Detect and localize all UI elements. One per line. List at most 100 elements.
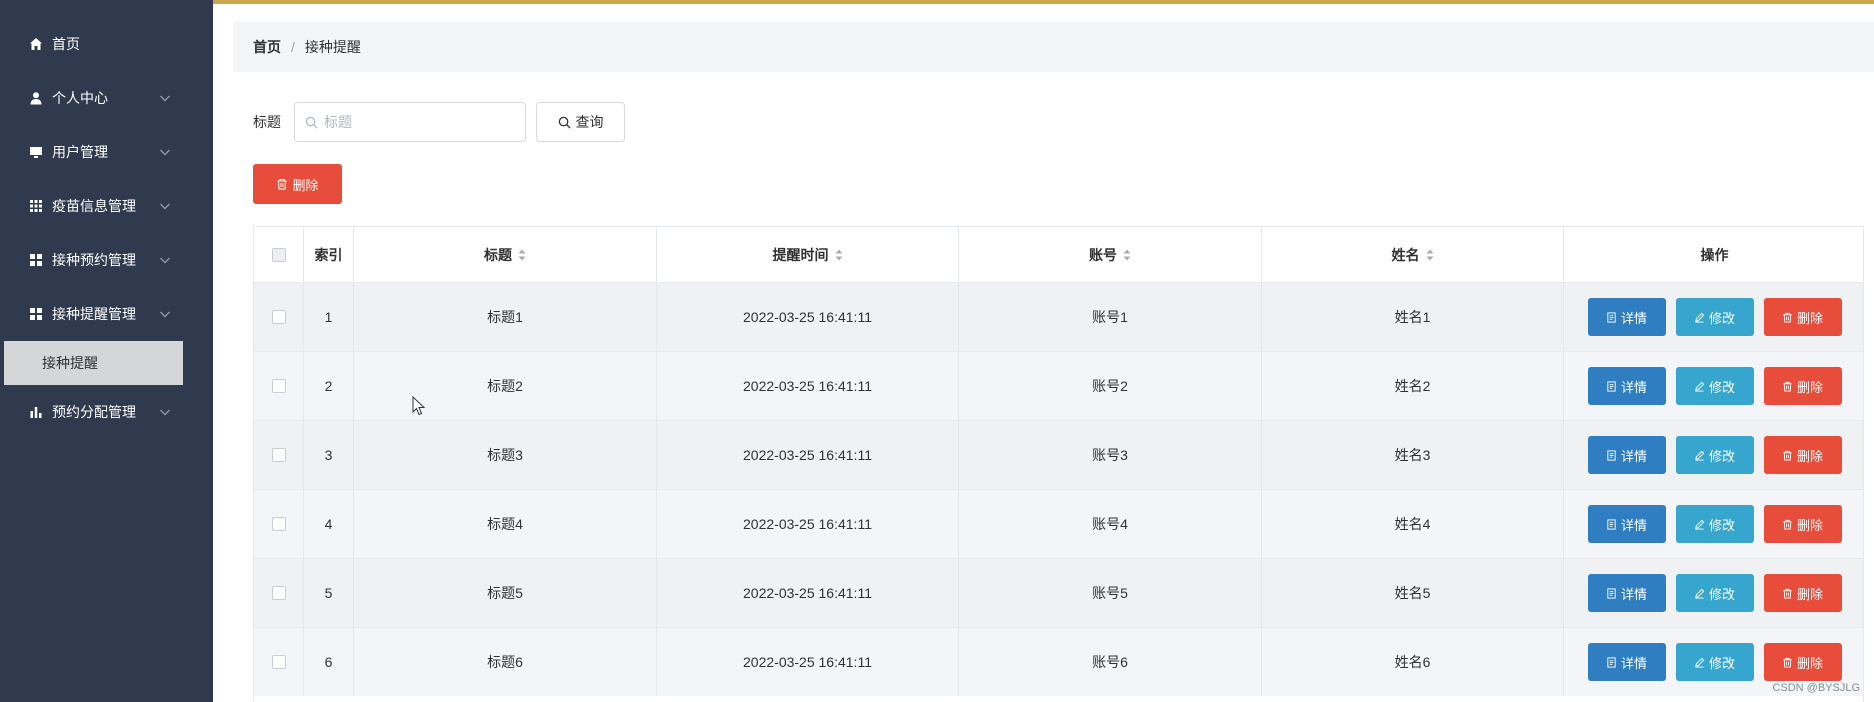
delete-button-label: 删除 — [1796, 655, 1823, 671]
edit-button-label: 修改 — [1708, 379, 1735, 395]
sidebar-item-personal-center[interactable]: 个人中心 — [0, 71, 213, 125]
row-checkbox[interactable] — [271, 586, 286, 600]
sidebar-item-vaccine-info[interactable]: 疫苗信息管理 — [0, 179, 213, 233]
header-label: 索引 — [314, 246, 343, 263]
cell-name: 姓名6 — [1262, 628, 1564, 696]
edit-button-label: 修改 — [1708, 586, 1735, 602]
delete-button-label: 删除 — [1796, 310, 1823, 326]
table-row[interactable]: 6 标题6 2022-03-25 16:41:11 账号6 姓名6 详情 修改 删除 — [254, 627, 1863, 696]
cell-title: 标题6 — [354, 628, 657, 696]
detail-button-label: 详情 — [1620, 517, 1647, 533]
sidebar-item-label: 个人中心 — [52, 90, 108, 106]
header-cell-name[interactable]: 姓名 — [1262, 227, 1564, 282]
sort-icon[interactable] — [1123, 249, 1131, 261]
batch-delete-button[interactable]: 删除 — [253, 164, 342, 204]
sidebar-item-reminder-management[interactable]: 接种提醒管理 — [0, 287, 213, 341]
header-label: 操作 — [1700, 246, 1729, 263]
sidebar-item-label: 接种预约管理 — [52, 252, 136, 268]
row-select-cell — [254, 628, 304, 696]
edit-icon — [1695, 519, 1705, 530]
document-icon — [1607, 587, 1616, 599]
delete-button[interactable]: 删除 — [1763, 505, 1842, 543]
sidebar-item-allocation-management[interactable]: 预约分配管理 — [0, 385, 213, 439]
detail-button-label: 详情 — [1620, 310, 1647, 326]
trash-icon — [1783, 450, 1792, 461]
detail-button[interactable]: 详情 — [1587, 367, 1666, 405]
header-cell-title[interactable]: 标题 — [354, 227, 657, 282]
select-all-checkbox[interactable] — [271, 247, 286, 262]
table-row[interactable]: 5 标题5 2022-03-25 16:41:11 账号5 姓名5 详情 修改 删除 — [254, 558, 1863, 627]
edit-button[interactable]: 修改 — [1675, 367, 1754, 405]
detail-button[interactable]: 详情 — [1587, 643, 1666, 681]
detail-button[interactable]: 详情 — [1587, 505, 1666, 543]
detail-button[interactable]: 详情 — [1587, 298, 1666, 336]
sort-icon[interactable] — [518, 249, 526, 261]
document-icon — [1607, 656, 1616, 668]
detail-button[interactable]: 详情 — [1587, 436, 1666, 474]
sort-icon[interactable] — [1426, 249, 1434, 261]
chevron-down-icon — [160, 311, 170, 318]
search-input[interactable] — [324, 114, 504, 130]
row-select-cell — [254, 421, 304, 489]
top-accent-line — [0, 0, 1874, 4]
delete-button[interactable]: 删除 — [1763, 367, 1842, 405]
sidebar-item-home[interactable]: 首页 — [0, 17, 213, 71]
sidebar-item-user-management[interactable]: 用户管理 — [0, 125, 213, 179]
row-checkbox[interactable] — [271, 448, 286, 462]
sidebar-item-label: 用户管理 — [52, 144, 108, 160]
row-checkbox[interactable] — [271, 310, 286, 324]
delete-button[interactable]: 删除 — [1763, 436, 1842, 474]
sidebar-subitem-reminder[interactable]: 接种提醒 — [4, 341, 183, 385]
table-row[interactable]: 2 标题2 2022-03-25 16:41:11 账号2 姓名2 详情 修改 删除 — [254, 351, 1863, 420]
edit-button[interactable]: 修改 — [1675, 505, 1754, 543]
header-label: 提醒时间 — [772, 246, 829, 263]
trash-icon — [277, 179, 287, 190]
search-input-wrapper[interactable] — [294, 102, 526, 142]
edit-button[interactable]: 修改 — [1675, 643, 1754, 681]
sort-icon[interactable] — [835, 249, 843, 261]
bar-chart-icon — [28, 404, 44, 420]
delete-button[interactable]: 删除 — [1763, 298, 1842, 336]
sidebar-item-appointment-management[interactable]: 接种预约管理 — [0, 233, 213, 287]
edit-button[interactable]: 修改 — [1675, 298, 1754, 336]
search-label: 标题 — [253, 114, 281, 130]
document-icon — [1607, 518, 1616, 530]
header-cell-select — [254, 227, 304, 282]
cell-account: 账号4 — [959, 490, 1262, 558]
monitor-icon — [28, 144, 44, 160]
edit-icon — [1695, 588, 1705, 599]
query-button[interactable]: 查询 — [536, 102, 625, 142]
cell-reminder-time: 2022-03-25 16:41:11 — [657, 352, 959, 420]
detail-button[interactable]: 详情 — [1587, 574, 1666, 612]
edit-button-label: 修改 — [1708, 448, 1735, 464]
cell-index: 1 — [304, 283, 354, 351]
row-checkbox[interactable] — [271, 379, 286, 393]
edit-button-label: 修改 — [1708, 517, 1735, 533]
cell-reminder-time: 2022-03-25 16:41:11 — [657, 283, 959, 351]
header-cell-account[interactable]: 账号 — [959, 227, 1262, 282]
edit-icon — [1695, 312, 1705, 323]
detail-button-label: 详情 — [1620, 448, 1647, 464]
cell-reminder-time: 2022-03-25 16:41:11 — [657, 490, 959, 558]
document-icon — [1607, 380, 1616, 392]
table-row[interactable]: 3 标题3 2022-03-25 16:41:11 账号3 姓名3 详情 修改 删除 — [254, 420, 1863, 489]
cell-actions: 详情 修改 删除 — [1564, 421, 1863, 489]
row-checkbox[interactable] — [271, 517, 286, 531]
delete-button[interactable]: 删除 — [1763, 643, 1842, 681]
cell-actions: 详情 修改 删除 — [1564, 352, 1863, 420]
breadcrumb-home[interactable]: 首页 — [253, 37, 281, 57]
trash-icon — [1783, 381, 1792, 392]
data-table: 索引 标题 提醒时间 账号 姓名 操作 1 标题1 2022-03-25 16:41… — [253, 226, 1864, 702]
table-row[interactable]: 4 标题4 2022-03-25 16:41:11 账号4 姓名4 详情 修改 删除 — [254, 489, 1863, 558]
edit-button[interactable]: 修改 — [1675, 574, 1754, 612]
header-cell-reminder-time[interactable]: 提醒时间 — [657, 227, 959, 282]
edit-button[interactable]: 修改 — [1675, 436, 1754, 474]
table-row[interactable]: 1 标题1 2022-03-25 16:41:11 账号1 姓名1 详情 修改 删除 — [254, 282, 1863, 351]
cell-index: 3 — [304, 421, 354, 489]
chevron-down-icon — [160, 409, 170, 416]
delete-button[interactable]: 删除 — [1763, 574, 1842, 612]
row-checkbox[interactable] — [271, 655, 286, 669]
edit-button-label: 修改 — [1708, 655, 1735, 671]
cell-actions: 详情 修改 删除 — [1564, 559, 1863, 627]
delete-button-label: 删除 — [1796, 586, 1823, 602]
